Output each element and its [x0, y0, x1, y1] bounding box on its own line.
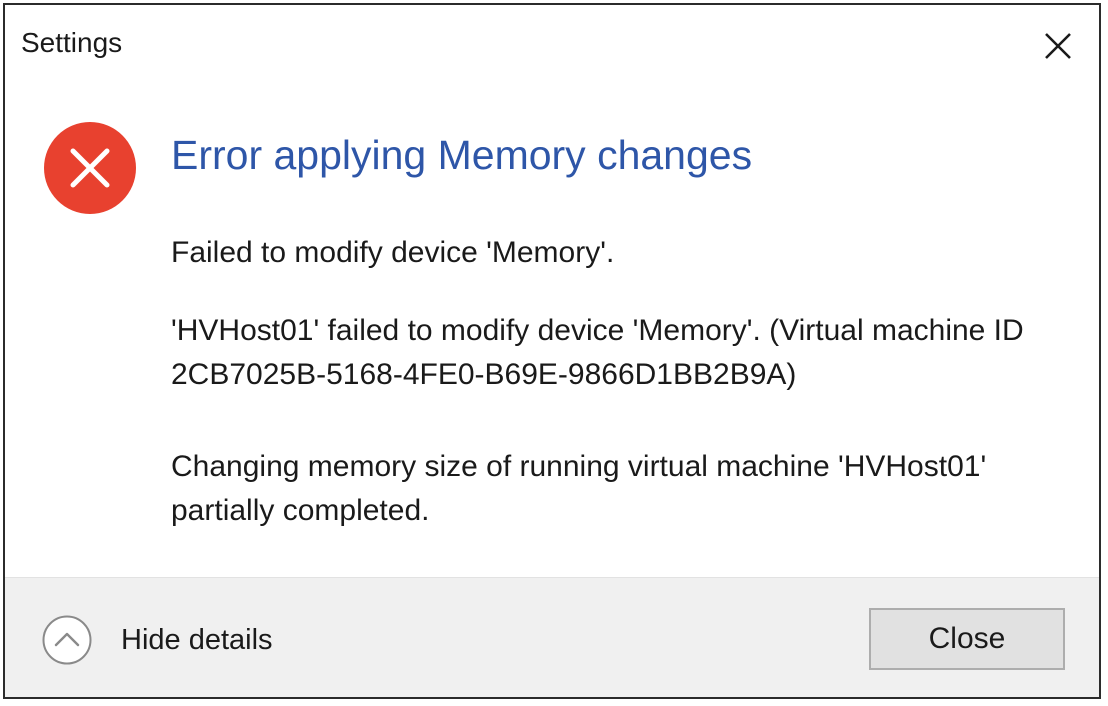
error-message-status: Changing memory size of running virtual … [171, 450, 987, 527]
error-icon [43, 121, 137, 215]
hide-details-label: Hide details [121, 623, 273, 656]
window-title: Settings [21, 27, 123, 58]
close-button[interactable]: Close [869, 608, 1065, 670]
error-message-detail: 'HVHost01' failed to modify device 'Memo… [171, 314, 1024, 391]
error-heading: Error applying Memory changes [171, 132, 753, 178]
dialog-footer: Hide details Close [5, 577, 1099, 697]
title-bar: Settings [5, 5, 1099, 91]
error-dialog: Settings Error applying Memory changes F… [3, 3, 1101, 699]
hide-details-toggle[interactable]: Hide details [41, 615, 273, 665]
close-icon[interactable] [1037, 25, 1079, 67]
chevron-up-icon [42, 615, 92, 665]
error-message-summary: Failed to modify device 'Memory'. [171, 236, 615, 269]
